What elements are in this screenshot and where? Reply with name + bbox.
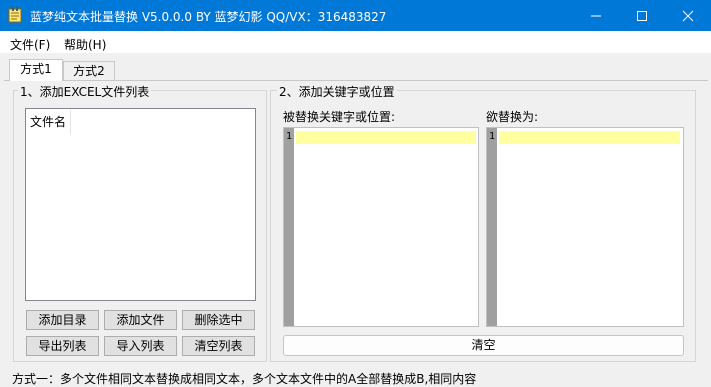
maximize-icon	[637, 11, 647, 21]
minimize-button[interactable]	[573, 0, 619, 31]
close-button[interactable]	[665, 0, 711, 31]
replace-current-line	[499, 131, 680, 144]
find-editor-gutter	[284, 128, 294, 326]
column-header-filename[interactable]: 文件名	[27, 110, 71, 134]
close-icon	[682, 10, 694, 22]
title-bar[interactable]: 蓝梦纯文本批量替换 V5.0.0.0 BY 蓝梦幻影 QQ/VX：3164838…	[0, 0, 711, 31]
menu-help[interactable]: 帮助(H)	[64, 36, 106, 53]
status-text: 方式一：多个文件相同文本替换成相同文本，多个文本文件中的A全部替换成B,相同内容	[12, 372, 477, 386]
keyword-group-title: 2、添加关键字或位置	[277, 83, 397, 100]
find-label: 被替换关键字或位置:	[283, 110, 396, 124]
file-list[interactable]: 文件名	[25, 108, 256, 301]
find-editor[interactable]: 1	[283, 127, 479, 327]
maximize-button[interactable]	[619, 0, 665, 31]
replace-editor-gutter	[487, 128, 497, 326]
replace-editor[interactable]: 1	[486, 127, 684, 327]
tab-method2[interactable]: 方式2	[63, 61, 115, 81]
replace-label: 欲替换为:	[486, 110, 539, 124]
delete-selected-button[interactable]: 删除选中	[182, 310, 255, 330]
find-line-number: 1	[286, 131, 293, 142]
window-title: 蓝梦纯文本批量替换 V5.0.0.0 BY 蓝梦幻影 QQ/VX：3164838…	[30, 10, 387, 24]
minimize-icon	[591, 15, 601, 17]
file-list-group-title: 1、添加EXCEL文件列表	[18, 83, 152, 100]
replace-line-number: 1	[489, 131, 496, 142]
add-file-button[interactable]: 添加文件	[104, 310, 177, 330]
notepad-icon	[8, 7, 22, 23]
clear-list-button[interactable]: 清空列表	[182, 336, 255, 356]
add-directory-button[interactable]: 添加目录	[26, 310, 99, 330]
menu-bar: 文件(F) 帮助(H)	[0, 31, 711, 53]
find-current-line	[296, 131, 476, 144]
menu-file[interactable]: 文件(F)	[10, 36, 50, 53]
clear-button[interactable]: 清空	[283, 335, 684, 356]
export-list-button[interactable]: 导出列表	[26, 336, 99, 356]
import-list-button[interactable]: 导入列表	[104, 336, 177, 356]
tab-method1[interactable]: 方式1	[9, 59, 63, 81]
